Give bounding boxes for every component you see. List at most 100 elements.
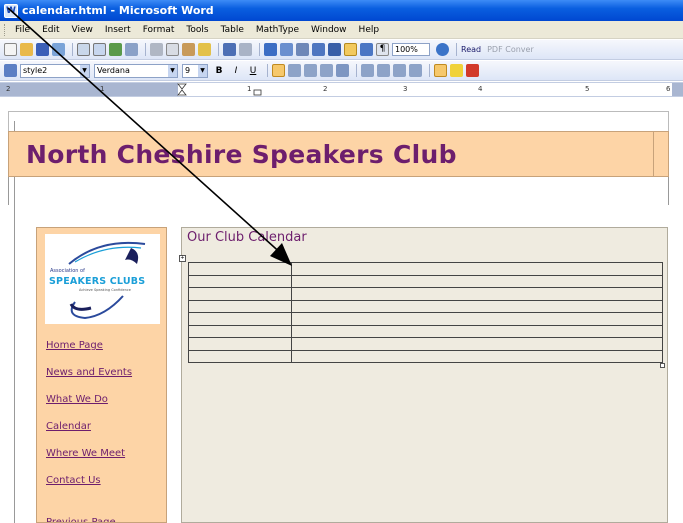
permission-icon[interactable]	[52, 43, 65, 56]
increase-indent-icon[interactable]	[409, 64, 422, 77]
nav-news-and-events[interactable]: News and Events	[46, 367, 132, 378]
style-combo[interactable]: style2 ▼	[20, 63, 90, 78]
menu-mathtype[interactable]: MathType	[256, 25, 299, 35]
layout-table-top-row	[8, 111, 669, 131]
table-cell[interactable]	[291, 299, 663, 313]
chevron-down-icon[interactable]: ▼	[168, 64, 177, 77]
spelling-icon[interactable]	[109, 43, 122, 56]
ruler-markers	[177, 83, 262, 96]
window-titlebar[interactable]: W calendar.html - Microsoft Word	[0, 0, 683, 21]
table-cell[interactable]	[188, 312, 292, 326]
table-cell[interactable]	[188, 262, 292, 276]
standard-toolbar: ¶ 100% Read PDF Conver	[0, 40, 683, 60]
chevron-down-icon[interactable]: ▼	[198, 64, 207, 77]
table-cell[interactable]	[188, 349, 292, 363]
read-button[interactable]: Read	[461, 45, 481, 54]
numbering-icon[interactable]	[361, 64, 374, 77]
save-disk-icon[interactable]	[36, 43, 49, 56]
nav-home-page[interactable]: Home Page	[46, 340, 103, 351]
menu-table[interactable]: Table	[221, 25, 244, 35]
insert-excel-icon[interactable]	[312, 43, 325, 56]
nav-where-we-meet[interactable]: Where We Meet	[46, 448, 125, 459]
table-cell[interactable]	[291, 262, 663, 276]
table-cell[interactable]	[188, 337, 292, 351]
styles-pane-icon[interactable]	[4, 64, 17, 77]
align-left-icon[interactable]	[272, 64, 285, 77]
align-center-icon[interactable]	[288, 64, 301, 77]
highlight-icon[interactable]	[450, 64, 463, 77]
outside-border-icon[interactable]	[434, 64, 447, 77]
hyperlink-icon[interactable]	[264, 43, 277, 56]
toolbar-separator	[267, 64, 268, 77]
toolbar-separator	[429, 64, 430, 77]
menu-format[interactable]: Format	[143, 25, 175, 35]
table-cell[interactable]	[188, 324, 292, 338]
table-cell[interactable]	[291, 274, 663, 288]
cut-icon[interactable]	[150, 43, 163, 56]
menubar-grip-handle[interactable]	[4, 23, 7, 36]
redo-icon[interactable]	[239, 43, 252, 56]
help-icon[interactable]	[436, 43, 449, 56]
columns-icon[interactable]	[328, 43, 341, 56]
table-cell[interactable]	[291, 337, 663, 351]
column-marker	[253, 89, 262, 96]
italic-button[interactable]: I	[229, 66, 243, 76]
horizontal-ruler[interactable]: 2 1 1 2 3 4 5 6	[0, 82, 683, 97]
style-value: style2	[23, 65, 48, 75]
menu-window[interactable]: Window	[311, 25, 347, 35]
drawing-icon[interactable]	[344, 43, 357, 56]
bold-button[interactable]: B	[212, 66, 226, 76]
bullets-icon[interactable]	[377, 64, 390, 77]
align-right-icon[interactable]	[304, 64, 317, 77]
copy-icon[interactable]	[166, 43, 179, 56]
format-painter-icon[interactable]	[198, 43, 211, 56]
table-cell[interactable]	[291, 312, 663, 326]
table-cell[interactable]	[188, 287, 292, 301]
document-area[interactable]: North Cheshire Speakers Club Association…	[0, 97, 683, 523]
table-cell[interactable]	[188, 299, 292, 313]
line-spacing-icon[interactable]	[336, 64, 349, 77]
menu-help[interactable]: Help	[359, 25, 380, 35]
size-combo[interactable]: 9 ▼	[182, 63, 208, 78]
table-cell[interactable]	[188, 274, 292, 288]
nav-previous-page[interactable]: Previous Page	[46, 516, 116, 522]
new-document-icon[interactable]	[4, 43, 17, 56]
menu-bar: File Edit View Insert Format Tools Table…	[0, 21, 683, 39]
menu-edit[interactable]: Edit	[42, 25, 59, 35]
underline-button[interactable]: U	[246, 66, 260, 76]
pilcrow-icon[interactable]: ¶	[376, 43, 389, 56]
menu-view[interactable]: View	[72, 25, 93, 35]
research-icon[interactable]	[125, 43, 138, 56]
calendar-table[interactable]	[188, 262, 663, 363]
table-cell[interactable]	[291, 287, 663, 301]
print-preview-icon[interactable]	[93, 43, 106, 56]
header-right-cell	[653, 132, 668, 176]
table-cell[interactable]	[291, 349, 663, 363]
toolbar-separator	[145, 43, 146, 56]
zoom-box[interactable]: 100%	[392, 43, 430, 56]
nav-contact-us[interactable]: Contact Us	[46, 475, 101, 486]
menu-insert[interactable]: Insert	[105, 25, 131, 35]
word-app-icon[interactable]: W	[4, 3, 18, 18]
table-resize-handle[interactable]	[660, 363, 665, 368]
table-row	[188, 324, 663, 338]
print-icon[interactable]	[77, 43, 90, 56]
pdf-convert-button[interactable]: PDF Conver	[487, 45, 534, 54]
table-cell[interactable]	[291, 324, 663, 338]
chevron-down-icon[interactable]: ▼	[80, 64, 89, 77]
font-color-icon[interactable]	[466, 64, 479, 77]
nav-what-we-do[interactable]: What We Do	[46, 394, 108, 405]
menu-file[interactable]: File	[15, 25, 30, 35]
menu-tools[interactable]: Tools	[186, 25, 208, 35]
paste-icon[interactable]	[182, 43, 195, 56]
font-combo[interactable]: Verdana ▼	[94, 63, 178, 78]
undo-icon[interactable]	[223, 43, 236, 56]
justify-icon[interactable]	[320, 64, 333, 77]
decrease-indent-icon[interactable]	[393, 64, 406, 77]
tables-borders-icon[interactable]	[280, 43, 293, 56]
insert-table-icon[interactable]	[296, 43, 309, 56]
document-map-icon[interactable]	[360, 43, 373, 56]
open-folder-icon[interactable]	[20, 43, 33, 56]
nav-calendar[interactable]: Calendar	[46, 421, 91, 432]
table-move-handle[interactable]: +	[179, 255, 186, 262]
